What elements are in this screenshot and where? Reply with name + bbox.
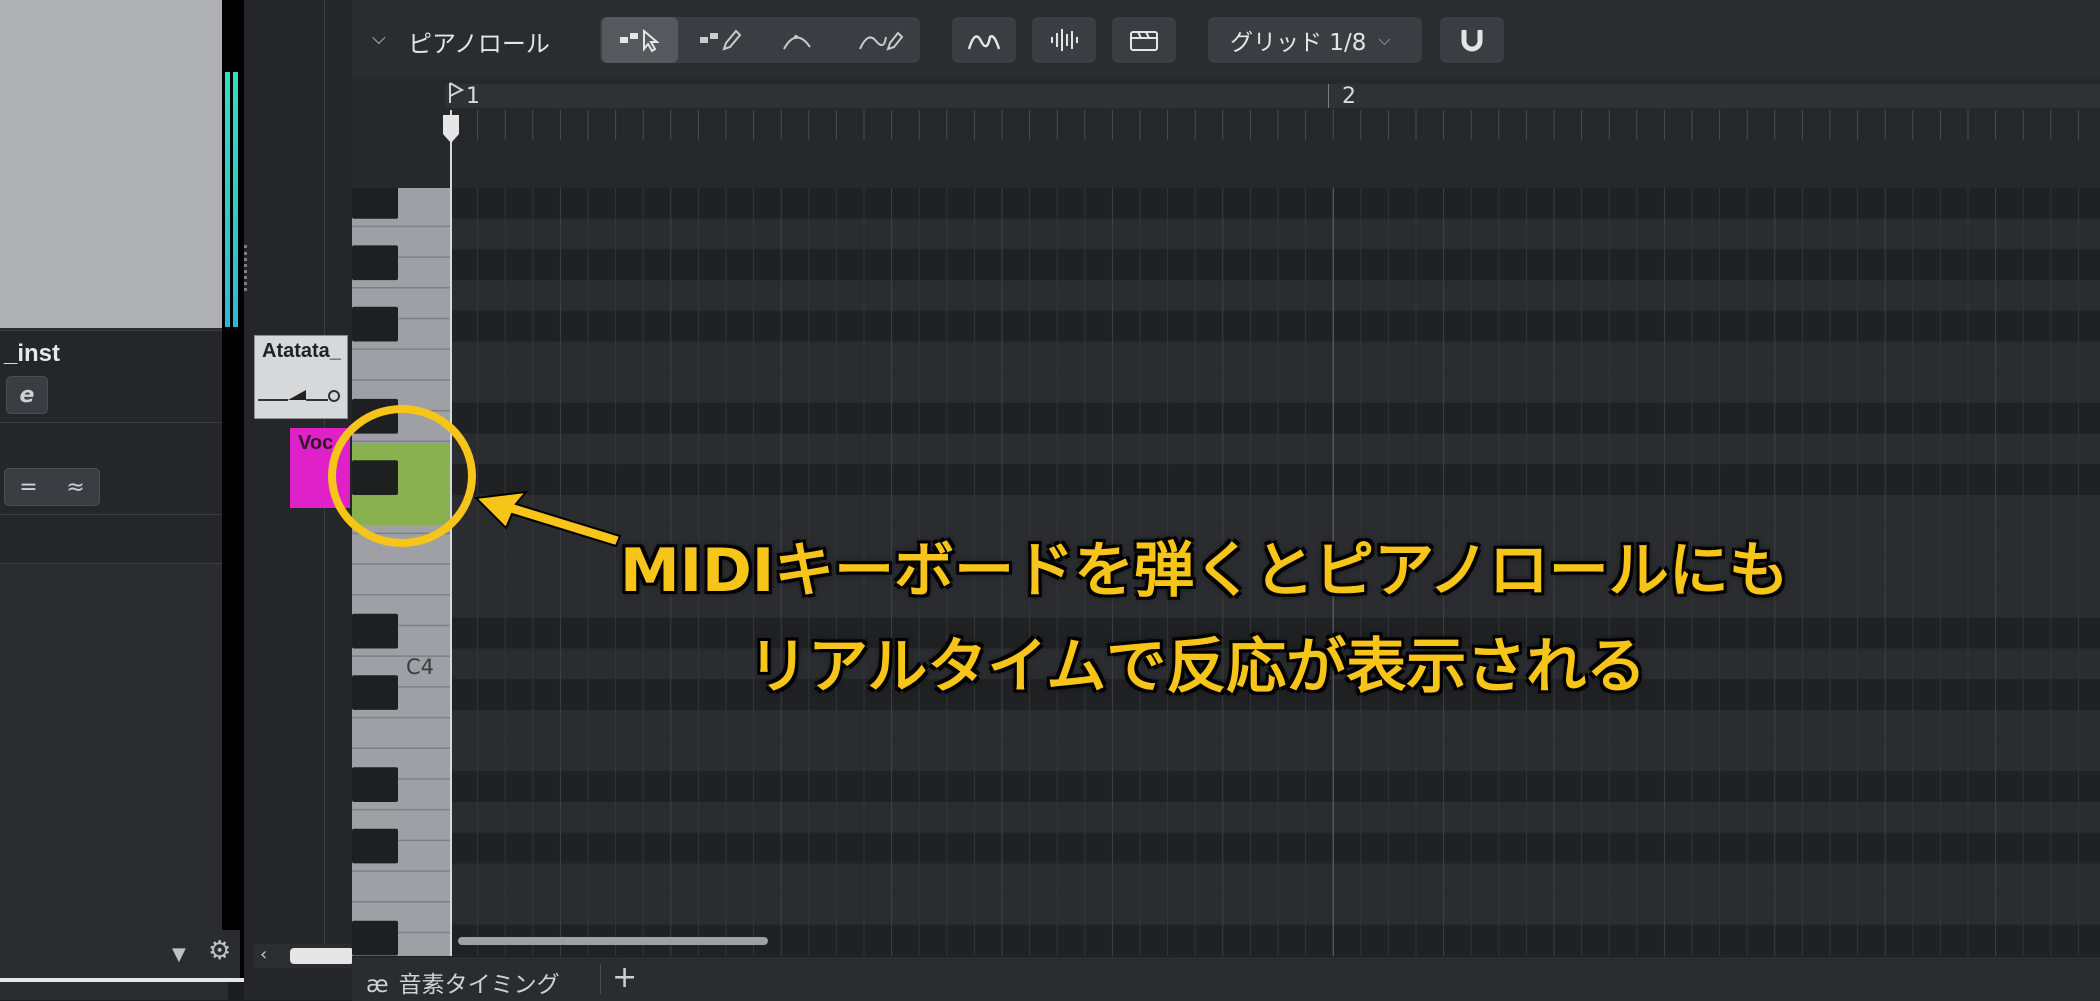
horizontal-scrollbar[interactable]	[458, 937, 768, 945]
tab-label: 音素タイミング	[398, 972, 560, 998]
clapper-icon[interactable]	[1112, 17, 1176, 63]
note-row[interactable]	[450, 218, 2100, 250]
magnet-icon[interactable]	[1440, 17, 1504, 63]
track-row[interactable]	[0, 514, 222, 564]
select-arrow-icon[interactable]	[602, 17, 678, 63]
resize-handle[interactable]	[244, 245, 253, 291]
draw-pencil-icon[interactable]	[682, 17, 758, 63]
black-key[interactable]	[352, 767, 398, 802]
equal-icon[interactable]: =	[19, 475, 37, 500]
note-row[interactable]	[450, 402, 2100, 434]
note-row[interactable]	[450, 372, 2100, 403]
note-row[interactable]	[450, 802, 2100, 833]
black-key[interactable]	[352, 675, 398, 710]
note-label-c4: C4	[406, 655, 435, 679]
note-row[interactable]	[450, 894, 2100, 925]
black-key[interactable]	[352, 306, 398, 342]
track-name: _inst	[4, 340, 61, 367]
freehand-curve-icon[interactable]	[842, 17, 918, 63]
note-row[interactable]	[450, 709, 2100, 741]
note-row[interactable]	[450, 249, 2100, 281]
black-key[interactable]	[352, 188, 398, 219]
note-row[interactable]	[450, 464, 2100, 495]
level-meter	[222, 0, 244, 980]
ruler-band[interactable]	[445, 84, 2100, 108]
bar-number: 1	[466, 84, 480, 109]
callout-line-1: MIDIキーボードを弾くとピアノロールにも	[620, 536, 1789, 606]
ruler-ticks	[477, 110, 2079, 140]
note-row[interactable]	[450, 771, 2100, 802]
wave-toggle-icon[interactable]: ≈	[66, 475, 84, 500]
black-key[interactable]	[352, 920, 398, 956]
pitch-curve-icon[interactable]	[952, 17, 1016, 63]
black-key[interactable]	[352, 613, 398, 649]
grid-select-label: グリッド 1/8	[1230, 30, 1367, 56]
track-options-group: = ≈	[4, 468, 100, 506]
note-row[interactable]	[450, 740, 2100, 772]
playhead[interactable]	[450, 110, 452, 956]
callout-arrow	[473, 490, 622, 548]
edit-instrument-button[interactable]: e	[6, 376, 48, 414]
scrollbar-thumb[interactable]	[290, 948, 354, 964]
scroll-left-icon[interactable]: ‹	[260, 944, 267, 965]
clip-label: Voc	[298, 432, 334, 454]
phoneme-timing-tab[interactable]: æ 音素タイミング	[366, 965, 560, 999]
divider	[600, 964, 601, 994]
meter-bar-right	[233, 72, 238, 327]
callout-line-2: リアルタイムで反応が表示される	[748, 632, 1647, 702]
clip-label: Atatata_	[262, 340, 341, 362]
instrument-preview	[0, 0, 222, 328]
loop-start-flag-icon[interactable]	[448, 82, 464, 104]
note-row[interactable]	[450, 863, 2100, 895]
bar-marker	[1328, 84, 1329, 108]
chevron-down-icon: ⌵	[1378, 30, 1391, 49]
dropdown-triangle-icon[interactable]: ▼	[172, 944, 186, 965]
waveform-icon[interactable]	[1032, 17, 1096, 63]
piano-keyboard[interactable]	[352, 188, 450, 956]
chevron-down-icon[interactable]: ⌵	[372, 28, 386, 49]
grid-select[interactable]: グリッド 1/8 ⌵	[1208, 17, 1422, 63]
playhead-handle-icon[interactable]	[442, 114, 460, 144]
black-key[interactable]	[352, 245, 398, 281]
curve-tool-icon[interactable]	[762, 17, 838, 63]
meter-bar-left	[225, 72, 230, 327]
highlight-circle	[328, 405, 476, 547]
note-row[interactable]	[450, 280, 2100, 311]
panel-title: ピアノロール	[408, 30, 550, 58]
note-row[interactable]	[450, 433, 2100, 465]
note-row[interactable]	[450, 310, 2100, 342]
note-row[interactable]	[450, 341, 2100, 373]
phoneme-icon: æ	[366, 972, 389, 998]
add-lane-button[interactable]: +	[612, 960, 637, 995]
black-key[interactable]	[352, 828, 398, 864]
note-row[interactable]	[450, 188, 2100, 219]
clip-automation-icon	[258, 390, 340, 402]
note-row[interactable]	[450, 832, 2100, 864]
bar-number: 2	[1342, 84, 1356, 109]
panel-footer	[0, 930, 240, 980]
gear-icon[interactable]: ⚙	[208, 936, 231, 966]
